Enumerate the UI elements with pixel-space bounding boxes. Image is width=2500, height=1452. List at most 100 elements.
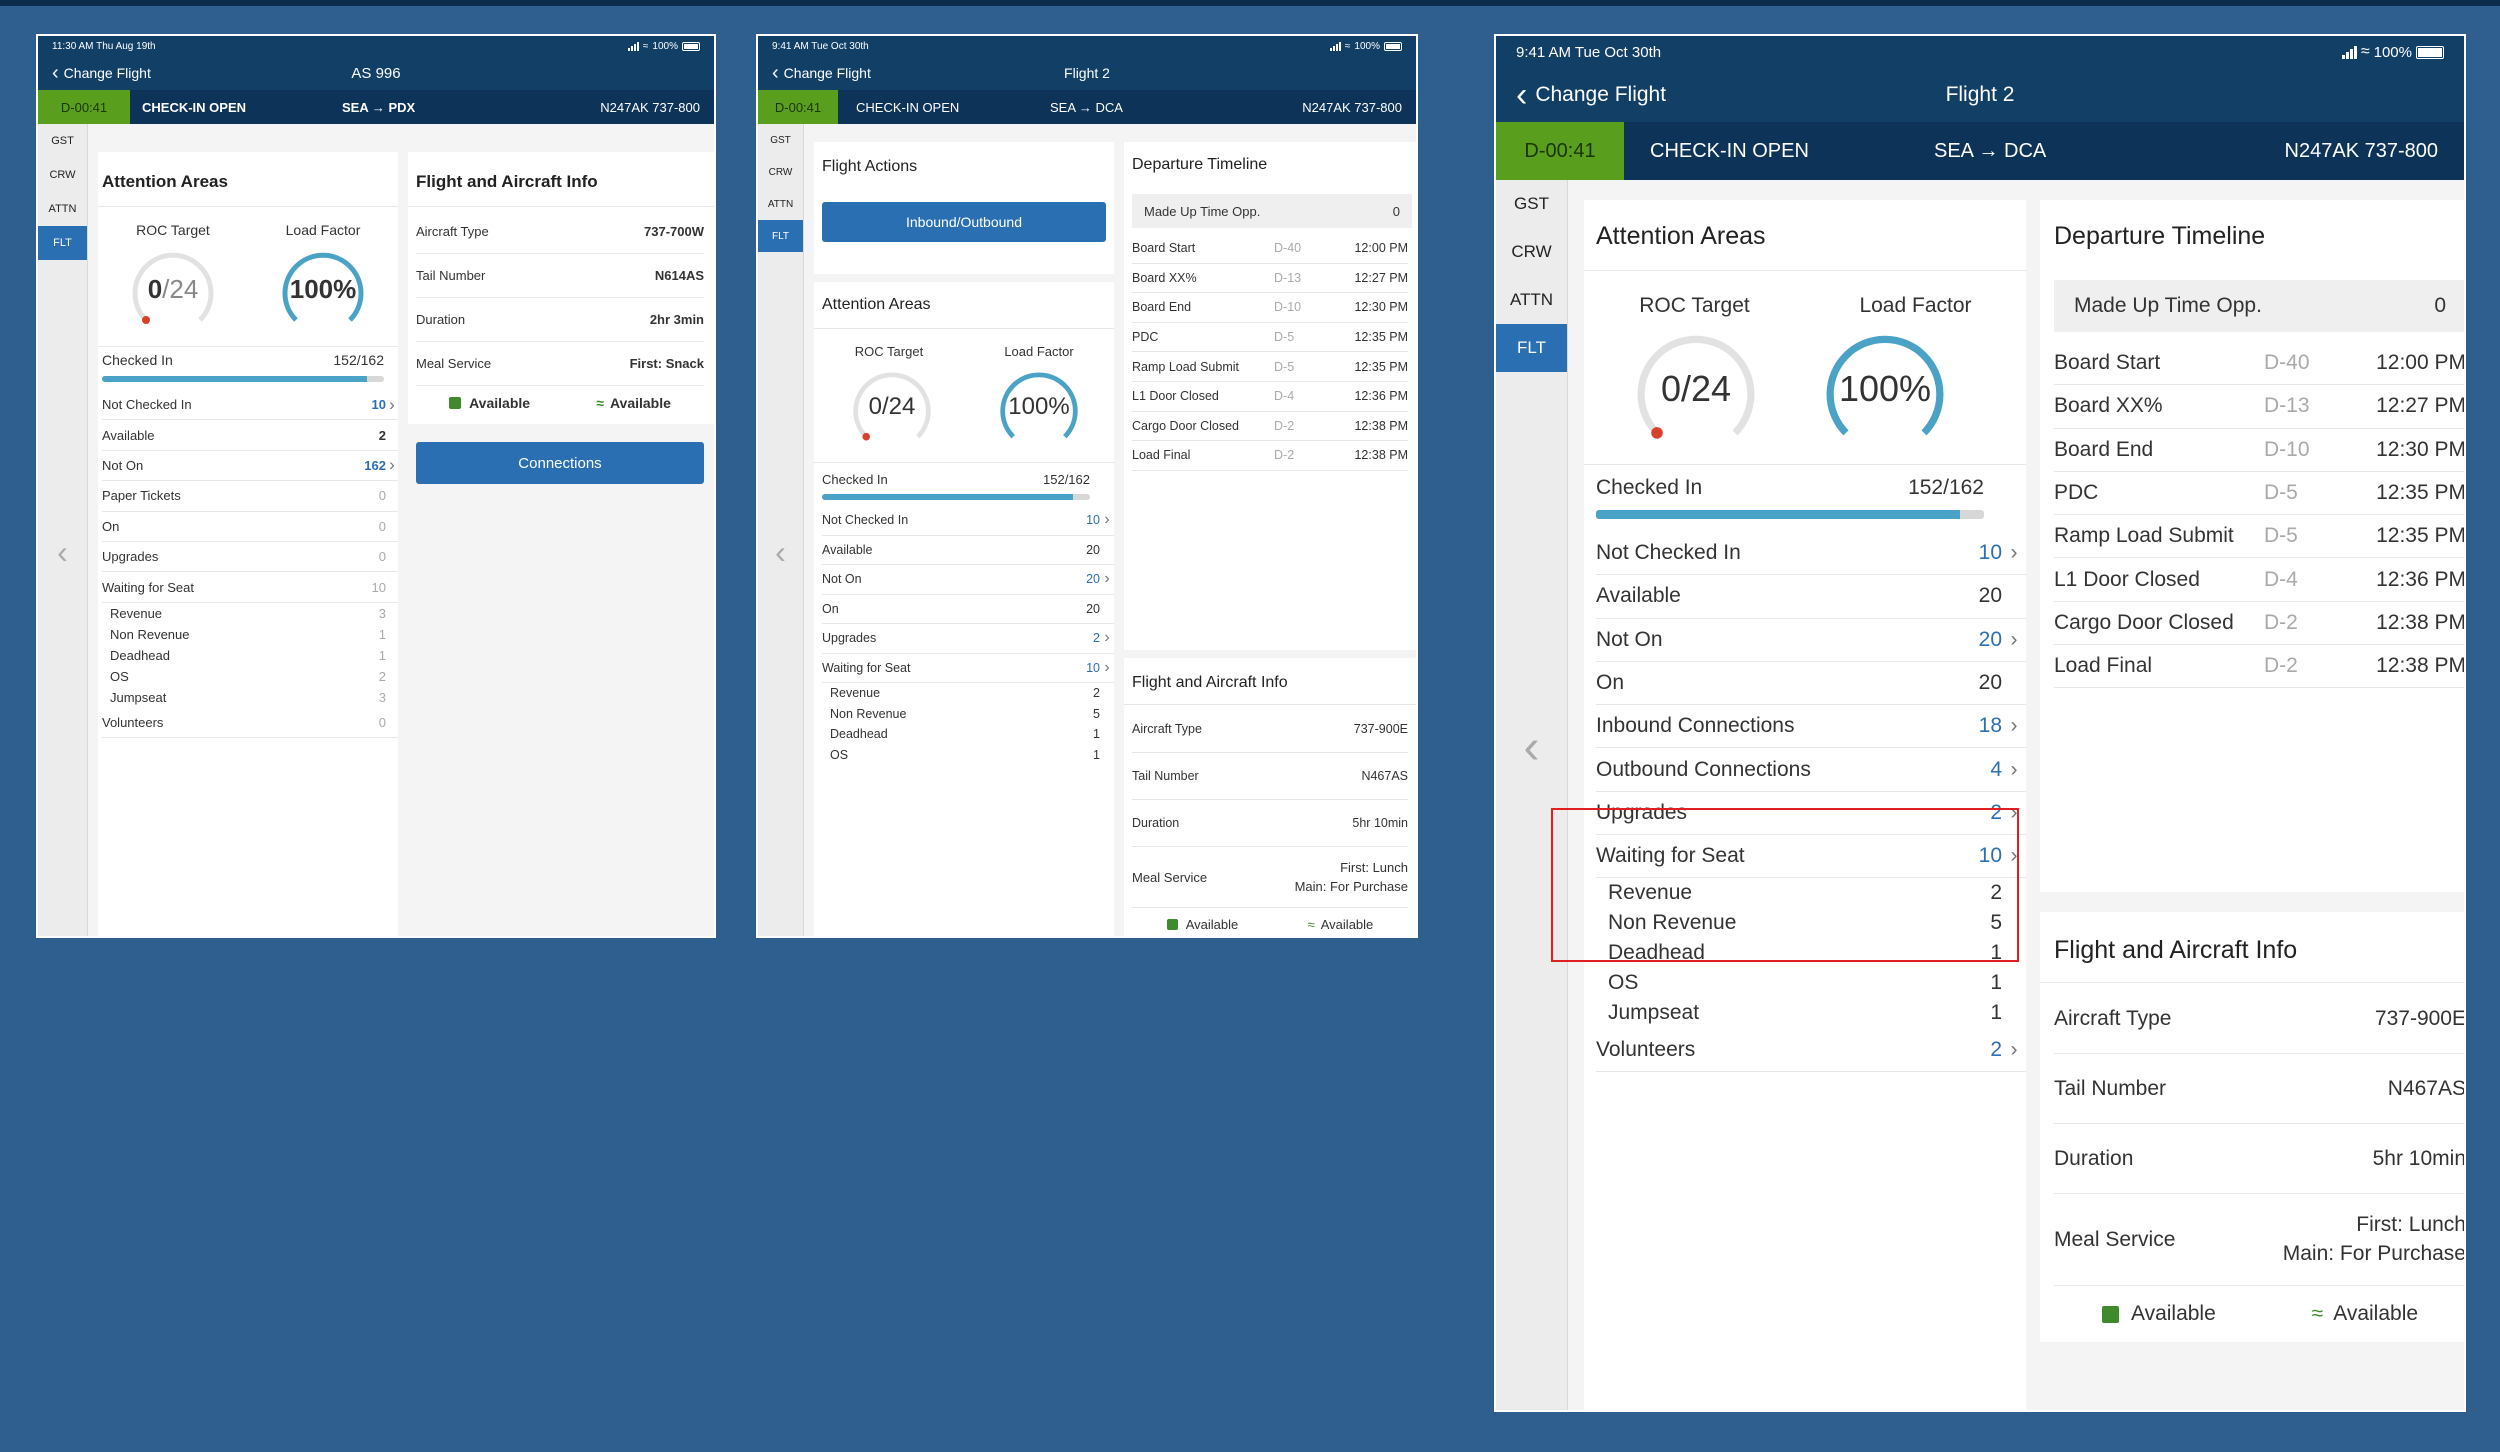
row-label: Waiting for Seat xyxy=(822,660,911,675)
wifi-status: Available xyxy=(1320,916,1374,932)
meal-label: Meal Service xyxy=(2054,1227,2176,1251)
chevron-right-icon: › xyxy=(1104,511,1110,529)
info-label: Tail Number xyxy=(2054,1076,2167,1100)
timeline-time: 12:38 PM xyxy=(2376,654,2466,678)
flight-bar: D-00:41 CHECK-IN OPEN SEA → DCA N247AK 7… xyxy=(1496,122,2464,180)
row-value: 2 xyxy=(1093,631,1100,646)
timeline-row-board-end: Board End D-10 12:30 PM xyxy=(1132,293,1408,323)
meal-service-row: Meal Service First: Lunch Main: For Purch… xyxy=(2054,1194,2464,1286)
change-flight-label: Change Flight xyxy=(1535,83,1667,106)
tab-flt[interactable]: FLT xyxy=(38,226,87,260)
info-label: Duration xyxy=(416,312,466,327)
row-not-checked-in[interactable]: Not Checked In 10 › xyxy=(1596,532,2026,576)
timeline-offset: D-4 xyxy=(1274,389,1295,404)
status-icons: ≈ 100% xyxy=(2341,43,2444,61)
departure-timeline-panel: Departure Timeline Made Up Time Opp. 0 B… xyxy=(2040,200,2466,892)
chevron-left-icon[interactable]: ‹ xyxy=(38,534,87,571)
power-outlet-icon xyxy=(1166,918,1178,930)
load-factor-gauge: 100% xyxy=(278,246,368,336)
timeline-time: 12:35 PM xyxy=(1354,359,1408,374)
tab-crw[interactable]: CRW xyxy=(38,158,87,192)
row-outbound-connections[interactable]: Outbound Connections 4 › xyxy=(1596,748,2026,792)
roc-value: 0 xyxy=(1660,368,1681,409)
row-available: Available 2 xyxy=(102,420,398,451)
row-not-checked-in[interactable]: Not Checked In 10 › xyxy=(102,390,398,421)
timeline-row-ramp-load-submit: Ramp Load Submit D-5 12:35 PM xyxy=(1132,352,1408,382)
row-volunteers[interactable]: Volunteers 2 › xyxy=(1596,1028,2026,1072)
timeline-offset: D-2 xyxy=(1274,418,1295,433)
tab-gst[interactable]: GST xyxy=(1496,180,1567,228)
row-label: Inbound Connections xyxy=(1596,714,1795,738)
made-up-time-row: Made Up Time Opp. 0 xyxy=(1132,194,1412,228)
timeline-time: 12:35 PM xyxy=(2376,524,2466,548)
chevron-left-icon: ‹ xyxy=(1516,75,1528,114)
power-outlet-icon xyxy=(2101,1305,2119,1323)
timeline-time: 12:36 PM xyxy=(2376,567,2466,591)
timeline-time: 12:35 PM xyxy=(2376,481,2466,505)
row-upgrades[interactable]: Upgrades 2 › xyxy=(822,624,1114,654)
timeline-offset: D-40 xyxy=(2264,351,2310,375)
row-label: Non Revenue xyxy=(830,706,907,721)
row-not-on[interactable]: Not On 20 › xyxy=(1596,619,2026,662)
panel-title: Departure Timeline xyxy=(1132,156,1268,173)
chevron-right-icon: › xyxy=(1104,570,1110,588)
panel-title: Flight Actions xyxy=(822,158,918,175)
row-revenue: Revenue 3 xyxy=(102,603,398,624)
attention-areas-panel: Attention Areas ROC Target 0/24 Load Fac… xyxy=(814,282,1114,936)
checked-in-row: Checked In 152/162 xyxy=(822,472,1090,487)
tab-gst[interactable]: GST xyxy=(758,124,803,156)
attention-areas-panel: Attention Areas ROC Target 0/24 Load Fac… xyxy=(1584,200,2026,1410)
chevron-right-icon: › xyxy=(389,394,395,414)
row-not-on[interactable]: Not On 162 › xyxy=(102,451,398,482)
timeline-row-l1-door-closed: L1 Door Closed D-4 12:36 PM xyxy=(1132,382,1408,412)
row-value: 10 xyxy=(1978,541,2002,565)
row-label: Not Checked In xyxy=(1596,541,1741,565)
tab-crw[interactable]: CRW xyxy=(758,156,803,188)
info-label: Aircraft Type xyxy=(1132,722,1202,736)
flight-info-panel: Flight and Aircraft Info Aircraft Type 73… xyxy=(1124,658,1416,936)
row-waiting-for-seat: Waiting for Seat 10 xyxy=(102,572,398,603)
tab-gst[interactable]: GST xyxy=(38,124,87,158)
timeline-offset: D-13 xyxy=(2264,394,2310,418)
amenities-row: Available ≈ Available xyxy=(416,388,704,418)
battery-percent: 100% xyxy=(2373,43,2412,61)
status-time: 11:30 AM Thu Aug 19th xyxy=(52,40,156,52)
timeline-label: Ramp Load Submit xyxy=(1132,359,1240,374)
row-label: Available xyxy=(822,542,873,557)
info-label: Duration xyxy=(1132,816,1180,830)
battery-icon xyxy=(1384,41,1402,51)
row-label: Deadhead xyxy=(110,647,170,663)
change-flight-button[interactable]: ‹ Change Flight xyxy=(1516,76,1666,115)
row-not-on[interactable]: Not On 20 › xyxy=(822,565,1114,595)
timeline-row-board-xx: Board XX% D-13 12:27 PM xyxy=(2054,385,2464,429)
tab-crw[interactable]: CRW xyxy=(1496,228,1567,276)
inbound-outbound-button[interactable]: Inbound/Outbound xyxy=(822,202,1106,242)
connections-button[interactable]: Connections xyxy=(416,442,704,484)
row-inbound-connections[interactable]: Inbound Connections 18 › xyxy=(1596,705,2026,749)
tab-attn[interactable]: ATTN xyxy=(758,188,803,220)
row-revenue: Revenue 2 xyxy=(822,683,1114,704)
load-factor-label: Load Factor xyxy=(1004,344,1074,359)
row-value: 20 xyxy=(1086,542,1100,557)
flight-info-panel: Flight and Aircraft Info Aircraft Type 73… xyxy=(408,152,714,936)
departure-timeline-panel: Departure Timeline Made Up Time Opp. 0 B… xyxy=(1124,142,1416,650)
row-waiting-for-seat[interactable]: Waiting for Seat 10 › xyxy=(822,654,1114,683)
change-flight-button[interactable]: ‹ Change Flight xyxy=(772,62,871,85)
row-label: Not Checked In xyxy=(822,513,909,528)
chevron-left-icon[interactable]: ‹ xyxy=(758,534,803,571)
tab-flt[interactable]: FLT xyxy=(1496,324,1567,372)
timeline-row-pdc: PDC D-5 12:35 PM xyxy=(1132,323,1408,353)
timeline-offset: D-2 xyxy=(2264,610,2298,634)
tab-flt[interactable]: FLT xyxy=(758,220,803,252)
tab-attn[interactable]: ATTN xyxy=(38,192,87,226)
info-label: Aircraft Type xyxy=(416,224,489,239)
power-status: Available xyxy=(1185,916,1239,932)
checked-in-label: Checked In xyxy=(822,472,888,487)
chevron-left-icon[interactable]: ‹ xyxy=(1496,720,1567,775)
timeline-label: Board End xyxy=(1132,300,1192,315)
row-value: 2 xyxy=(378,427,386,443)
info-row-duration: Duration 2hr 3min xyxy=(416,298,704,342)
change-flight-button[interactable]: ‹ Change Flight xyxy=(52,62,151,85)
row-not-checked-in[interactable]: Not Checked In 10 › xyxy=(822,506,1114,536)
tab-attn[interactable]: ATTN xyxy=(1496,276,1567,324)
